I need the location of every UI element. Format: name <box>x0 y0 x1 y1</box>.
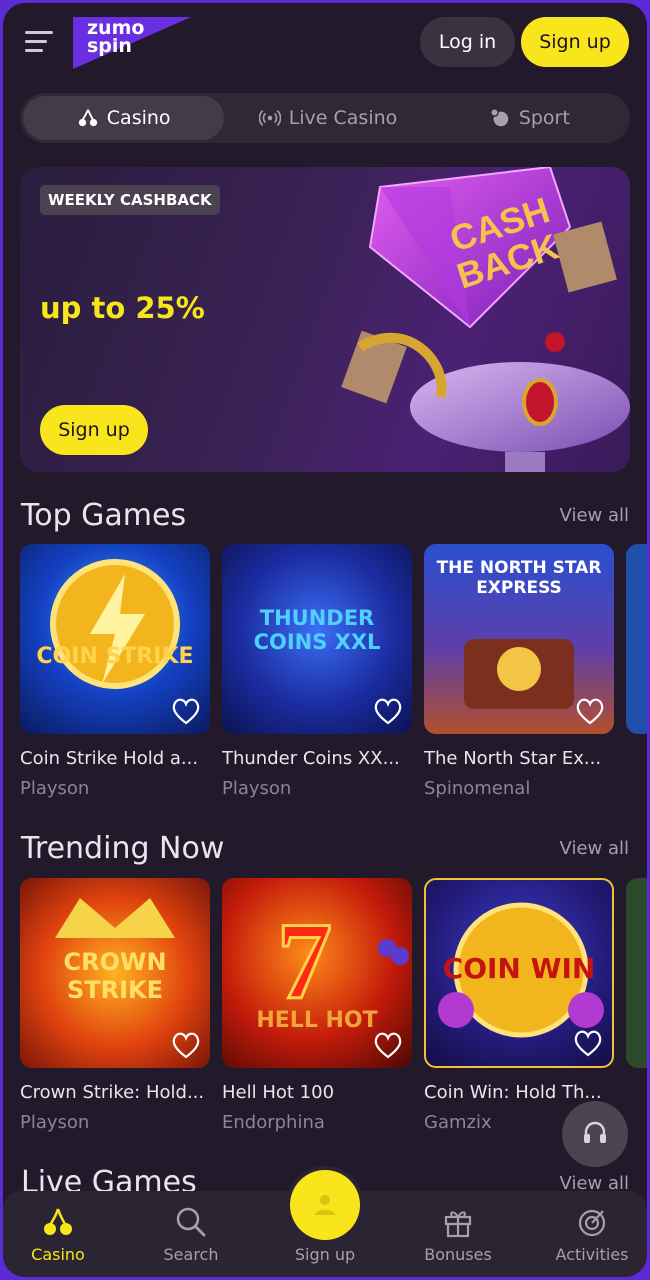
search-icon <box>176 1207 206 1237</box>
game-provider: Spinomenal <box>424 778 531 799</box>
broadcast-icon <box>258 110 281 126</box>
game-card[interactable]: COIN STRIKE Coin Strike Hold a... Playso… <box>20 544 210 799</box>
promo-headline: up to 25% <box>40 291 205 325</box>
promo-banner[interactable]: WEEKLY CASHBACK up to 25% Sign up CASH B <box>20 167 630 472</box>
logo[interactable]: zumo spin <box>69 11 191 71</box>
promo-badge: WEEKLY CASHBACK <box>40 185 220 215</box>
favorite-heart-icon[interactable] <box>170 696 202 726</box>
svg-text:7: 7 <box>277 900 332 1022</box>
game-card[interactable]: CROWN STRIKE Crown Strike: Hold... Plays… <box>20 878 210 1133</box>
game-title: Hell Hot 100 <box>222 1082 335 1103</box>
game-card[interactable]: THE NORTH STAR EXPRESS The North Star Ex… <box>424 544 614 799</box>
game-title: Crown Strike: Hold... <box>20 1082 205 1103</box>
nav-casino-label: Casino <box>31 1245 85 1264</box>
favorite-heart-icon[interactable] <box>574 696 606 726</box>
game-thumbnail[interactable]: COIN STRIKE <box>20 544 210 734</box>
logo-word-2: spin <box>87 35 132 57</box>
headset-icon <box>584 1121 606 1143</box>
game-thumbnail[interactable]: THUNDER COINS XXL <box>222 544 412 734</box>
game-card-partial[interactable] <box>626 878 647 1068</box>
cherries-icon <box>44 1208 72 1235</box>
app-frame: zumo spin Log in Sign up Casino Live Cas… <box>3 3 647 1277</box>
game-provider: Endorphina <box>222 1112 325 1133</box>
game-art-title: THUNDER COINS XXL <box>253 606 381 654</box>
tab-live-casino[interactable]: Live Casino <box>227 93 428 143</box>
gift-icon <box>444 1211 472 1238</box>
tab-live-casino-label: Live Casino <box>288 107 398 129</box>
header: zumo spin Log in Sign up <box>3 3 647 85</box>
login-button[interactable]: Log in <box>420 17 515 67</box>
game-thumbnail[interactable]: CROWN STRIKE <box>20 878 210 1068</box>
tab-casino-label: Casino <box>106 107 171 129</box>
tab-sport-label: Sport <box>518 107 570 129</box>
target-icon <box>578 1209 606 1237</box>
nav-signup[interactable]: Sign up <box>270 1245 380 1264</box>
user-icon <box>315 1195 335 1215</box>
tab-sport[interactable]: Sport <box>429 93 630 143</box>
game-card[interactable]: 7 HELL HOT Hell Hot 100 Endorphina <box>222 878 412 1133</box>
nav-casino[interactable]: Casino <box>3 1205 113 1264</box>
game-art-title: THE NORTH STAR EXPRESS <box>436 558 602 598</box>
nav-activities[interactable]: Activities <box>537 1205 647 1264</box>
view-all-trending[interactable]: View all <box>560 838 629 859</box>
game-thumbnail[interactable] <box>626 544 647 734</box>
category-tabs: Casino Live Casino Sport <box>20 93 630 143</box>
game-thumbnail[interactable] <box>626 878 647 1068</box>
trending-row: CROWN STRIKE Crown Strike: Hold... Plays… <box>20 878 647 1148</box>
section-title-top-games: Top Games <box>21 498 187 533</box>
favorite-heart-icon[interactable] <box>170 1030 202 1060</box>
section-title-trending: Trending Now <box>21 831 225 866</box>
menu-icon[interactable] <box>25 31 53 53</box>
nav-bonuses-label: Bonuses <box>424 1245 492 1264</box>
game-title: Coin Strike Hold a... <box>20 748 199 769</box>
nav-signup-label: Sign up <box>294 1245 356 1264</box>
game-card-partial[interactable] <box>626 544 647 734</box>
cashback-diamond-lamp-illustration: CASH BACK <box>341 167 630 472</box>
signup-button[interactable]: Sign up <box>521 17 629 67</box>
game-title: Coin Win: Hold Th... <box>424 1082 602 1103</box>
nav-activities-label: Activities <box>555 1245 629 1264</box>
support-chat-button[interactable] <box>562 1101 628 1167</box>
banner-signup-button[interactable]: Sign up <box>40 405 148 455</box>
sport-ball-icon <box>489 108 509 127</box>
logo-text: zumo spin <box>87 19 144 57</box>
nav-bonuses[interactable]: Bonuses <box>403 1205 513 1264</box>
top-games-row: COIN STRIKE Coin Strike Hold a... Playso… <box>20 544 647 814</box>
game-title: The North Star Ex... <box>424 748 602 769</box>
game-art-title: COIN WIN <box>442 952 596 985</box>
game-thumbnail[interactable]: 7 HELL HOT <box>222 878 412 1068</box>
game-card[interactable]: COIN WIN Coin Win: Hold Th... Gamzix <box>424 878 614 1133</box>
game-provider: Playson <box>20 1112 90 1133</box>
nav-search[interactable]: Search <box>136 1205 246 1264</box>
game-title: Thunder Coins XX... <box>222 748 400 769</box>
game-thumbnail[interactable]: THE NORTH STAR EXPRESS <box>424 544 614 734</box>
view-all-top-games[interactable]: View all <box>560 505 629 526</box>
cherries-icon <box>78 109 97 127</box>
game-art-title: CROWN STRIKE <box>63 948 167 1004</box>
favorite-heart-icon[interactable] <box>372 1030 404 1060</box>
favorite-heart-icon[interactable] <box>372 696 404 726</box>
favorite-heart-icon[interactable] <box>572 1028 604 1058</box>
game-provider: Playson <box>222 778 292 799</box>
game-thumbnail[interactable]: COIN WIN <box>424 878 614 1068</box>
nav-search-label: Search <box>163 1245 219 1264</box>
game-provider: Playson <box>20 778 90 799</box>
tab-casino[interactable]: Casino <box>23 96 225 140</box>
game-card[interactable]: THUNDER COINS XXL Thunder Coins XX... Pl… <box>222 544 412 799</box>
game-art-title: COIN STRIKE <box>36 644 194 669</box>
signup-fab-button[interactable] <box>290 1170 360 1240</box>
